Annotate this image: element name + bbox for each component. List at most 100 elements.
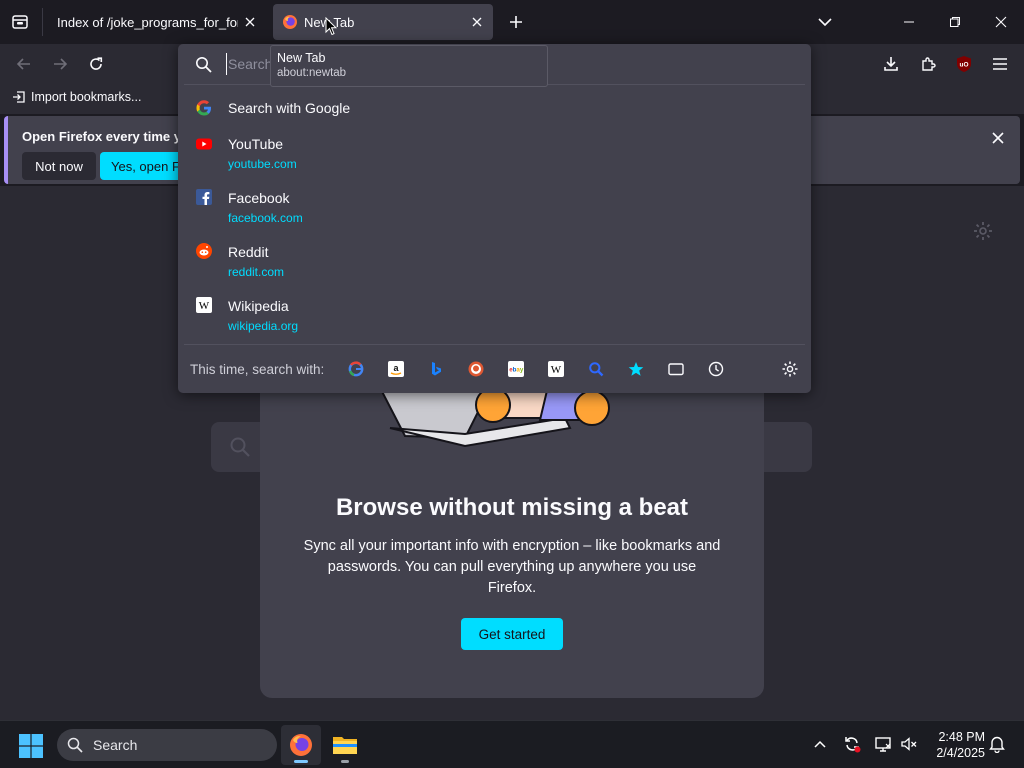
svg-text:uO: uO [959, 62, 968, 69]
google-icon [196, 100, 211, 116]
tab-close-button[interactable] [465, 10, 489, 34]
tab-joke-programs[interactable]: Index of /joke_programs_for_forkies/ [46, 4, 266, 40]
sync-status-tray[interactable] [841, 733, 863, 755]
reload-button[interactable] [82, 50, 110, 78]
one-off-tabs-button[interactable] [665, 358, 687, 380]
network-disconnected-icon [875, 737, 891, 752]
suggestion-url: facebook.com [228, 211, 303, 225]
one-off-ebay-button[interactable]: ebay [505, 358, 527, 380]
suggestion-title: Facebook [228, 190, 290, 206]
firefox-view-button[interactable] [6, 8, 34, 36]
gear-icon [974, 222, 992, 240]
import-icon [13, 91, 25, 103]
bell-icon [989, 736, 1005, 753]
wikipedia-icon: W [548, 361, 564, 377]
hamburger-menu-icon [993, 58, 1007, 70]
start-button[interactable] [18, 733, 44, 759]
taskbar-clock[interactable]: 2:48 PM 2/4/2025 [925, 729, 985, 761]
show-hidden-icons-button[interactable] [809, 733, 831, 755]
notifications-button[interactable] [986, 733, 1008, 755]
minimize-icon [904, 21, 914, 23]
windows-taskbar: Search 2:48 PM 2/4/2025 [0, 720, 1024, 768]
one-off-bookmarks-button[interactable] [625, 358, 647, 380]
suggestion-facebook[interactable]: Facebook facebook.com [178, 188, 811, 230]
clock-time: 2:48 PM [938, 730, 985, 744]
one-off-amazon-button[interactable]: a [385, 358, 407, 380]
suggestion-reddit[interactable]: Reddit reddit.com [178, 242, 811, 284]
svg-text:W: W [551, 364, 562, 376]
history-icon [708, 361, 724, 377]
one-off-search-label: This time, search with: [190, 362, 325, 377]
search-icon [589, 362, 604, 377]
clock-date: 2/4/2025 [936, 746, 985, 760]
amazon-icon: a [388, 361, 404, 377]
close-icon [995, 16, 1007, 28]
reload-icon [90, 57, 103, 70]
duckduckgo-icon [468, 361, 484, 377]
one-off-wikipedia-button[interactable]: W [545, 358, 567, 380]
firefox-logo-icon [290, 734, 312, 756]
list-all-tabs-button[interactable] [811, 8, 839, 36]
svg-text:ebay: ebay [509, 367, 524, 374]
speaker-muted-icon [901, 737, 917, 751]
taskbar-firefox[interactable] [281, 725, 321, 765]
one-off-history-button[interactable] [705, 358, 727, 380]
search-settings-button[interactable] [779, 358, 801, 380]
one-off-bing-button[interactable] [425, 358, 447, 380]
import-bookmarks-button[interactable]: Import bookmarks... [12, 90, 141, 104]
suggestion-wikipedia[interactable]: W Wikipedia wikipedia.org [178, 296, 811, 338]
facebook-icon [196, 189, 212, 205]
close-icon [245, 17, 255, 27]
firefox-view-icon [12, 15, 28, 29]
minimize-button[interactable] [886, 0, 932, 44]
sync-heading: Browse without missing a beat [335, 494, 689, 521]
one-off-google-button[interactable] [345, 358, 367, 380]
ublock-origin-button[interactable]: uO [950, 50, 978, 78]
forward-button[interactable] [46, 50, 74, 78]
divider [184, 344, 805, 345]
svg-text:W: W [199, 300, 210, 312]
urlbar-popup: Search with Google YouTube youtube.com F… [178, 44, 811, 393]
chevron-down-icon [818, 18, 832, 27]
one-off-duckduckgo-button[interactable] [465, 358, 487, 380]
sync-alert-icon [845, 737, 861, 753]
personalize-button[interactable] [972, 220, 994, 242]
downloads-button[interactable] [877, 50, 905, 78]
sync-description: Sync all your important info with encryp… [303, 538, 721, 596]
search-icon [67, 737, 83, 753]
firefox-logo-icon [283, 15, 297, 29]
get-started-button[interactable]: Get started [461, 618, 563, 650]
not-now-button[interactable]: Not now [22, 152, 96, 180]
new-tab-button[interactable] [502, 8, 530, 36]
taskbar-search-label: Search [93, 737, 138, 753]
one-off-search-engine-button[interactable] [585, 358, 607, 380]
suggestion-search-with-google[interactable]: Search with Google [178, 96, 811, 122]
active-indicator [294, 760, 308, 763]
ebay-icon: ebay [508, 361, 524, 377]
notification-close-button[interactable] [986, 126, 1010, 150]
suggestion-title: Reddit [228, 244, 269, 260]
tooltip-title: New Tab [277, 51, 326, 65]
plus-icon [510, 16, 522, 28]
taskbar-file-explorer[interactable] [325, 725, 365, 765]
restore-icon [950, 17, 960, 27]
reddit-icon [196, 243, 212, 259]
google-icon [348, 361, 364, 377]
puzzle-icon [922, 57, 936, 71]
window-close-button[interactable] [978, 0, 1024, 44]
tab-close-button[interactable] [238, 10, 262, 34]
tab-new-tab[interactable]: New Tab [273, 4, 493, 40]
suggestion-youtube[interactable]: YouTube youtube.com [178, 134, 811, 176]
search-icon [230, 437, 250, 457]
taskbar-search[interactable]: Search [57, 729, 277, 761]
extensions-button[interactable] [914, 50, 942, 78]
network-tray[interactable] [872, 733, 894, 755]
tab-tooltip: New Tab about:newtab [270, 45, 548, 87]
back-button[interactable] [10, 50, 38, 78]
volume-tray[interactable] [898, 733, 920, 755]
app-menu-button[interactable] [986, 50, 1014, 78]
close-icon [472, 17, 482, 27]
restore-button[interactable] [932, 0, 978, 44]
tooltip-url: about:newtab [277, 67, 347, 79]
suggestion-url: youtube.com [228, 157, 297, 171]
